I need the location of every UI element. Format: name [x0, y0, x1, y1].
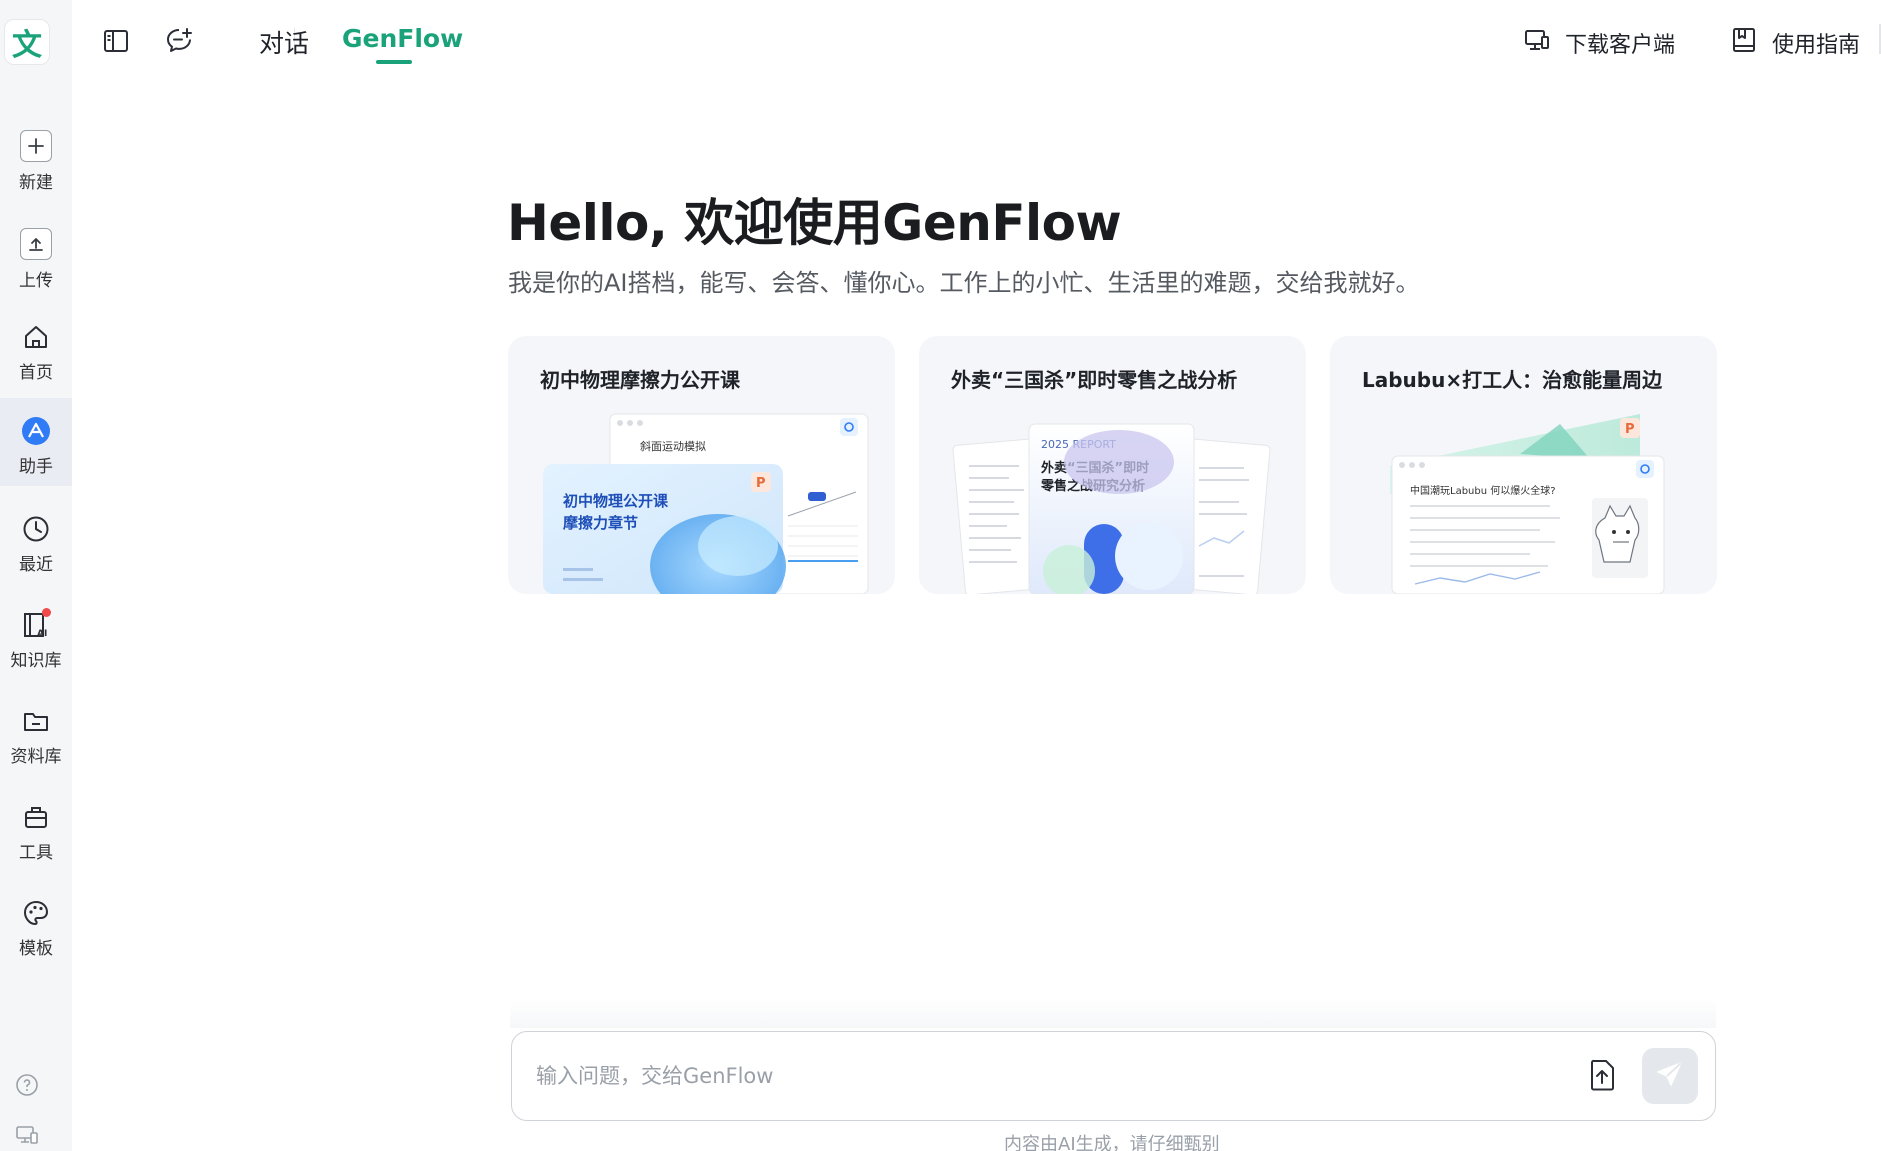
- guide-book-icon: [1730, 26, 1758, 60]
- card-title: Labubu×打工人：治愈能量周边: [1362, 368, 1663, 392]
- palette-icon: [21, 898, 51, 928]
- clock-icon: [21, 514, 51, 544]
- home-icon: [21, 322, 51, 352]
- card-preview-labubu: P 中国潮玩Labubu 何以爆火全球?: [1390, 414, 1665, 594]
- chat-input[interactable]: [536, 1054, 1536, 1098]
- example-card-report[interactable]: 外卖“三国杀”即时零售之战分析 2025 REPORT 外卖“三国杀”即时 零售…: [919, 336, 1306, 594]
- user-guide-label: 使用指南: [1772, 33, 1861, 58]
- sidebar-item-new[interactable]: 新建: [0, 112, 72, 200]
- assistant-icon: [21, 416, 51, 446]
- card-preview-report: 2025 REPORT 外卖“三国杀”即时 零售之战研究分析: [952, 423, 1271, 594]
- input-area-fade: [510, 998, 1716, 1028]
- sidebar-item-assistant[interactable]: 助手: [0, 398, 72, 486]
- page-title: Hello, 欢迎使用GenFlow: [507, 194, 1122, 252]
- sidebar-item-label: 模板: [19, 939, 53, 959]
- card-title: 初中物理摩擦力公开课: [540, 368, 740, 392]
- sidebar-toggle-icon[interactable]: [101, 26, 131, 56]
- preview-ppt-badge: P: [1625, 422, 1635, 437]
- app-root: 文 新建 上传 首页 助手 最近 AI 知识库 资料库 工具 模板 对话 Gen…: [0, 0, 1881, 1151]
- user-guide-button[interactable]: 使用指南: [1730, 26, 1860, 60]
- chat-input-container: [511, 1031, 1716, 1121]
- app-logo[interactable]: 文: [4, 19, 50, 65]
- svg-text:AI: AI: [37, 629, 47, 639]
- notification-dot: [42, 608, 51, 617]
- preview-panel-title: 斜面运动模拟: [640, 439, 706, 453]
- toolbox-icon: [21, 802, 51, 832]
- sidebar-item-label: 上传: [19, 271, 53, 291]
- send-button[interactable]: [1642, 1048, 1698, 1104]
- sidebar-item-home[interactable]: 首页: [0, 304, 72, 392]
- upload-file-icon: [1587, 1059, 1617, 1095]
- download-client-label: 下载客户端: [1565, 33, 1676, 58]
- tab-genflow[interactable]: GenFlow: [342, 24, 463, 53]
- sidebar-item-upload[interactable]: 上传: [0, 210, 72, 298]
- preview-slide-title-1: 初中物理公开课: [563, 492, 669, 510]
- sidebar-item-templates[interactable]: 模板: [0, 880, 72, 968]
- sidebar-item-label: 资料库: [10, 747, 62, 767]
- card-preview-physics: 斜面运动模拟 初中物理公开课 摩擦力章节 P: [543, 413, 869, 594]
- desktop-icon: [1523, 26, 1551, 60]
- sidebar-item-label: 助手: [19, 457, 53, 477]
- plus-icon: [20, 130, 52, 162]
- sidebar-item-label: 新建: [19, 173, 53, 193]
- left-sidebar: 文 新建 上传 首页 助手 最近 AI 知识库 资料库 工具 模板: [0, 0, 72, 1151]
- preview-slide-title-2: 摩擦力章节: [563, 514, 638, 532]
- sidebar-item-library[interactable]: 资料库: [0, 688, 72, 776]
- sidebar-item-label: 工具: [19, 843, 53, 863]
- example-card-labubu[interactable]: Labubu×打工人：治愈能量周边 P 中国潮玩Labubu 何以爆火全球?: [1330, 336, 1717, 594]
- tab-dialog[interactable]: 对话: [259, 24, 309, 60]
- help-icon[interactable]: [14, 1072, 40, 1098]
- sidebar-item-recent[interactable]: 最近: [0, 496, 72, 584]
- sidebar-item-label: 最近: [19, 555, 53, 575]
- preview-ppt-badge: P: [756, 476, 766, 491]
- send-icon: [1655, 1059, 1685, 1093]
- upload-icon: [20, 228, 52, 260]
- active-tab-indicator: [376, 60, 412, 64]
- logo-glyph: 文: [12, 28, 42, 63]
- download-client-button[interactable]: 下载客户端: [1523, 26, 1675, 60]
- sidebar-item-knowledge-base[interactable]: AI 知识库: [0, 592, 72, 680]
- sidebar-item-tools[interactable]: 工具: [0, 784, 72, 872]
- page-subtitle: 我是你的AI搭档，能写、会答、懂你心。工作上的小忙、生活里的难题，交给我就好。: [508, 269, 1420, 297]
- top-bar: 对话 GenFlow 下载客户端 使用指南: [72, 0, 1881, 84]
- upload-file-button[interactable]: [1585, 1059, 1619, 1095]
- sidebar-item-label: 首页: [19, 363, 53, 383]
- example-card-physics[interactable]: 初中物理摩擦力公开课 斜面运动模拟 初中物理公开课 摩擦力章节 P: [508, 336, 895, 594]
- device-icon[interactable]: [14, 1122, 40, 1148]
- ai-disclaimer: 内容由AI生成，请仔细甄别: [1004, 1134, 1220, 1151]
- sidebar-item-label: 知识库: [10, 651, 62, 671]
- preview-doc-title: 中国潮玩Labubu 何以爆火全球?: [1410, 484, 1556, 497]
- knowledge-base-icon: AI: [21, 608, 51, 640]
- new-chat-icon[interactable]: [165, 26, 195, 56]
- folder-icon: [21, 706, 51, 736]
- card-title: 外卖“三国杀”即时零售之战分析: [951, 368, 1238, 392]
